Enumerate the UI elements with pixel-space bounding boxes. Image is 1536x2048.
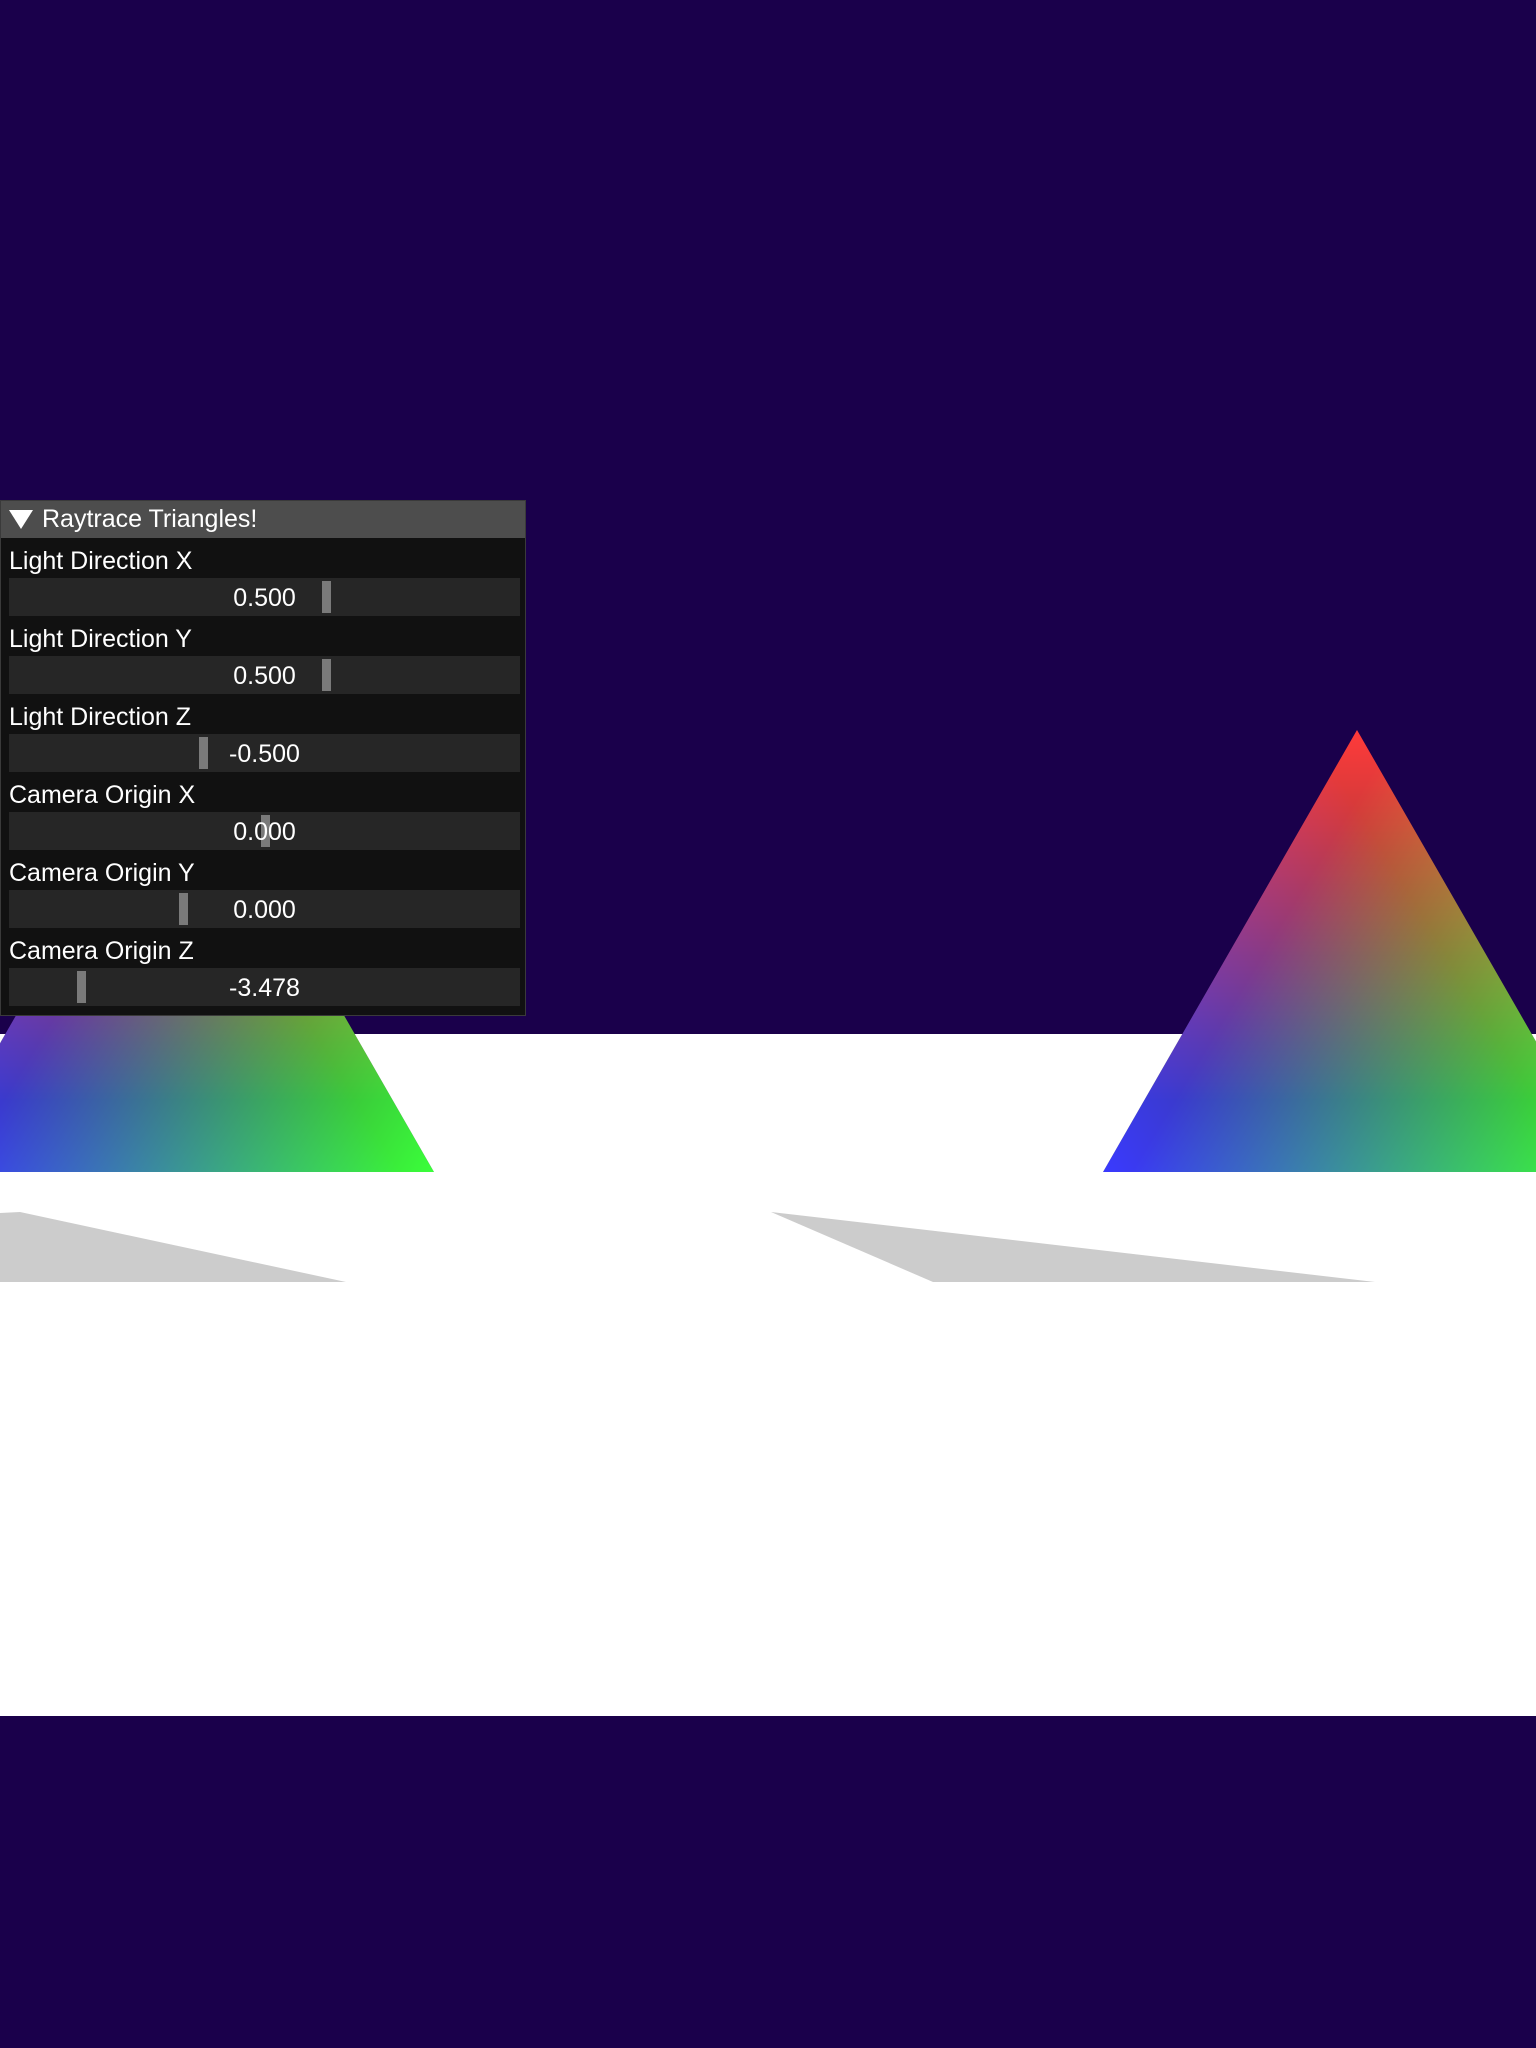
- slider-label: Light Direction X: [9, 547, 193, 575]
- control-light-direction-x: Light Direction X 0.500: [1, 538, 525, 616]
- control-light-direction-y: Light Direction Y 0.500: [1, 616, 525, 694]
- control-camera-origin-x: Camera Origin X 0.000: [1, 772, 525, 850]
- slider-value: 0.500: [233, 584, 296, 612]
- panel-title: Raytrace Triangles!: [42, 505, 258, 533]
- camera-origin-x-slider[interactable]: 0.000: [9, 812, 520, 850]
- raytrace-viewport: [0, 0, 1536, 2048]
- camera-origin-z-slider[interactable]: -3.478: [9, 968, 520, 1006]
- control-camera-origin-y: Camera Origin Y 0.000: [1, 850, 525, 928]
- slider-label: Camera Origin Z: [9, 937, 194, 965]
- collapse-triangle-icon[interactable]: [9, 510, 33, 529]
- light-direction-y-slider[interactable]: 0.500: [9, 656, 520, 694]
- slider-label: Light Direction Y: [9, 625, 192, 653]
- slider-value: 0.000: [233, 896, 296, 924]
- control-camera-origin-z: Camera Origin Z -3.478: [1, 928, 525, 1006]
- raytrace-panel[interactable]: Raytrace Triangles! Light Direction X 0.…: [0, 500, 526, 1016]
- slider-label: Camera Origin Y: [9, 859, 195, 887]
- slider-label: Light Direction Z: [9, 703, 192, 731]
- light-direction-x-slider[interactable]: 0.500: [9, 578, 520, 616]
- slider-value: 0.000: [233, 818, 296, 846]
- panel-header[interactable]: Raytrace Triangles!: [1, 501, 525, 538]
- slider-label: Camera Origin X: [9, 781, 196, 809]
- slider-value: -0.500: [229, 740, 300, 768]
- light-direction-z-slider[interactable]: -0.500: [9, 734, 520, 772]
- slider-value: -3.478: [229, 974, 300, 1002]
- control-light-direction-z: Light Direction Z -0.500: [1, 694, 525, 772]
- slider-value: 0.500: [233, 662, 296, 690]
- camera-origin-y-slider[interactable]: 0.000: [9, 890, 520, 928]
